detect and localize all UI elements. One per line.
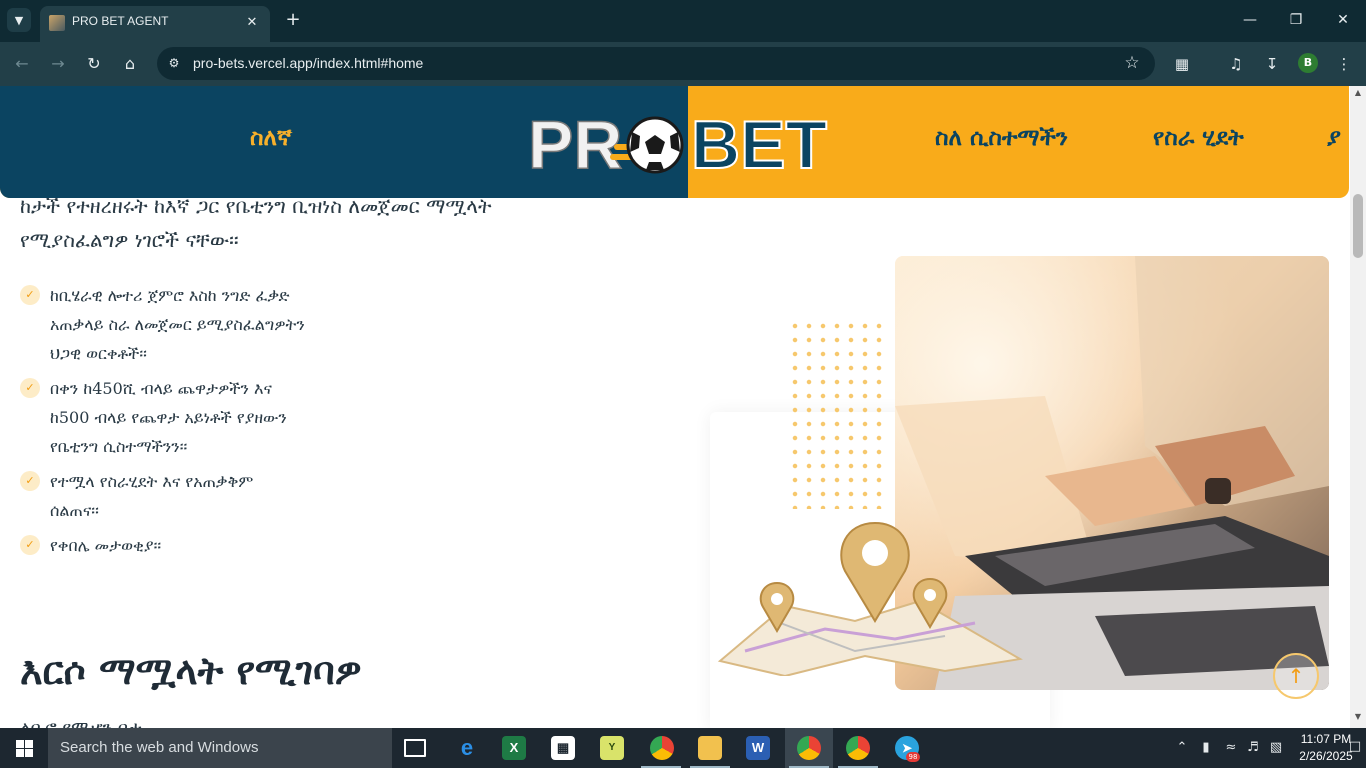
nav-link-our-system[interactable]: ስለ ሲስተማችን: [935, 124, 1068, 151]
map-location-illustration: [717, 521, 1023, 676]
profile-avatar[interactable]: B: [1298, 53, 1318, 73]
nav-link-workflow[interactable]: የስራ ሂደት: [1153, 124, 1244, 151]
probet-logo[interactable]: PR BET: [528, 108, 828, 180]
menu-dots-icon[interactable]: ⋮: [1332, 52, 1356, 76]
new-tab-button[interactable]: +: [283, 9, 303, 31]
excel-icon[interactable]: X: [502, 736, 526, 760]
tray-expand-icon[interactable]: ⌃: [1173, 739, 1191, 757]
check-icon: ✓: [20, 471, 40, 491]
windows-start-button[interactable]: [0, 728, 48, 768]
taskbar-search-box[interactable]: Search the web and Windows: [48, 728, 392, 768]
windows-taskbar: Search the web and Windows e X ▦ Y W ➤ 9…: [0, 728, 1366, 768]
battery-icon[interactable]: ▮: [1197, 739, 1215, 757]
requirements-list: ✓ ከቢሄራዊ ሎተሪ ጀምሮ እስከ ንግድ ፈቃድ አጠቃላይ ስራ ለመጀ…: [20, 281, 320, 566]
wifi-icon[interactable]: ≈: [1222, 739, 1240, 757]
site-favicon-icon: [49, 15, 65, 31]
check-icon: ✓: [20, 285, 40, 305]
scroll-down-icon[interactable]: ▼: [1350, 712, 1366, 726]
nav-link-cutoff[interactable]: ያ: [1327, 124, 1341, 151]
forward-arrow-icon[interactable]: →: [46, 52, 70, 76]
keyboard-icon[interactable]: ▧: [1267, 739, 1285, 757]
page-scrollbar[interactable]: ▲ ▼: [1350, 86, 1366, 728]
edge-browser-icon[interactable]: e: [455, 736, 479, 760]
media-control-icon[interactable]: ♫: [1224, 52, 1248, 76]
chrome-profile-icon[interactable]: [797, 736, 821, 760]
list-item-text: የተሟላ የስራሂደት እና የአጠቃቅም ሰልጠና፡፡: [50, 472, 254, 520]
intro-paragraph: ከታች የተዘረዘሩት ከእኛ ጋር የቤቲንግ ቢዝነስ ለመጀመር ማሟላት…: [20, 189, 660, 257]
tab-search-button[interactable]: ▼: [7, 8, 31, 32]
download-icon[interactable]: ↧: [1260, 52, 1284, 76]
taskbar-search-placeholder[interactable]: Search the web and Windows: [60, 739, 258, 756]
check-icon: ✓: [20, 535, 40, 555]
site-info-icon[interactable]: ⚙: [165, 54, 183, 72]
extensions-icon[interactable]: ▦: [1170, 52, 1194, 76]
close-icon[interactable]: ✕: [242, 13, 262, 33]
list-item: ✓ ከቢሄራዊ ሎተሪ ጀምሮ እስከ ንግድ ፈቃድ አጠቃላይ ስራ ለመጀ…: [20, 281, 305, 368]
notification-badge: 98: [906, 752, 920, 762]
site-header: ስለኛ PR BET ስለ ሲስተማችን የስራ ሂደት ያ: [0, 86, 1349, 198]
browser-tab[interactable]: PRO BET AGENT ✕: [40, 6, 270, 42]
location-pin-icon: [840, 521, 910, 623]
check-icon: ✓: [20, 378, 40, 398]
tab-title: PRO BET AGENT: [72, 14, 169, 28]
logo-word-right: BET: [691, 108, 827, 180]
back-arrow-icon[interactable]: ←: [10, 52, 34, 76]
list-item: ✓ የተሟላ የስራሂደት እና የአጠቃቅም ሰልጠና፡፡: [20, 467, 305, 525]
back-to-top-button[interactable]: ↑: [1273, 653, 1319, 699]
list-item-text: በቀን ከ450ሺ ብላይ ጨዋታዎችን እና ከ500 ብላይ የጨዋታ አይ…: [50, 379, 287, 456]
list-item-text: የቀበሌ መታወቂያ፡፡: [50, 536, 162, 555]
store-icon[interactable]: ▦: [551, 736, 575, 760]
minimize-icon[interactable]: —: [1237, 8, 1263, 32]
reload-icon[interactable]: ↻: [82, 52, 106, 76]
logo-word-left: PR: [528, 108, 622, 180]
chrome-icon[interactable]: [650, 736, 674, 760]
window-close-icon[interactable]: ✕: [1330, 8, 1356, 32]
scroll-thumb[interactable]: [1353, 194, 1363, 258]
browser-tab-bar: ▼ PRO BET AGENT ✕ + — ❐ ✕: [0, 0, 1366, 42]
home-icon[interactable]: ⌂: [118, 52, 142, 76]
restore-icon[interactable]: ❐: [1283, 8, 1309, 32]
list-item: ✓ የቀበሌ መታወቂያ፡፡: [20, 531, 305, 560]
soccer-ball-icon: [626, 116, 684, 174]
task-view-icon[interactable]: [404, 739, 426, 757]
word-icon[interactable]: W: [746, 736, 770, 760]
section-heading: እርሶ ማሟላት የሚገባዎ: [20, 648, 362, 693]
intro-line: የሚያስፈልግዎ ነገሮች ናቸው፡፡: [20, 228, 239, 252]
action-center-icon[interactable]: □: [1346, 738, 1364, 756]
nav-link-about-us[interactable]: ስለኛ: [250, 124, 292, 151]
file-explorer-icon[interactable]: [698, 736, 722, 760]
volume-icon[interactable]: ♬: [1244, 739, 1262, 757]
app-icon[interactable]: Y: [600, 736, 624, 760]
list-item-text: ከቢሄራዊ ሎተሪ ጀምሮ እስከ ንግድ ፈቃድ አጠቃላይ ስራ ለመጀመር…: [50, 286, 305, 363]
address-bar[interactable]: ⚙ pro-bets.vercel.app/index.html#home ☆: [157, 47, 1155, 80]
url-text[interactable]: pro-bets.vercel.app/index.html#home: [193, 55, 423, 71]
browser-toolbar: ← → ↻ ⌂ ⚙ pro-bets.vercel.app/index.html…: [0, 42, 1366, 86]
chrome-icon[interactable]: [846, 736, 870, 760]
bookmark-star-icon[interactable]: ☆: [1121, 52, 1143, 74]
cutoff-subheading: ለቢሮ የሚሆን ቦታ: [20, 718, 142, 728]
list-item: ✓ በቀን ከ450ሺ ብላይ ጨዋታዎችን እና ከ500 ብላይ የጨዋታ …: [20, 374, 305, 461]
dot-pattern-decoration: [788, 319, 888, 509]
scroll-up-icon[interactable]: ▲: [1350, 88, 1366, 102]
page-viewport: ስለኛ PR BET ስለ ሲስተማችን የስራ ሂደት ያ ከታች የተዘረዘ…: [0, 86, 1350, 728]
